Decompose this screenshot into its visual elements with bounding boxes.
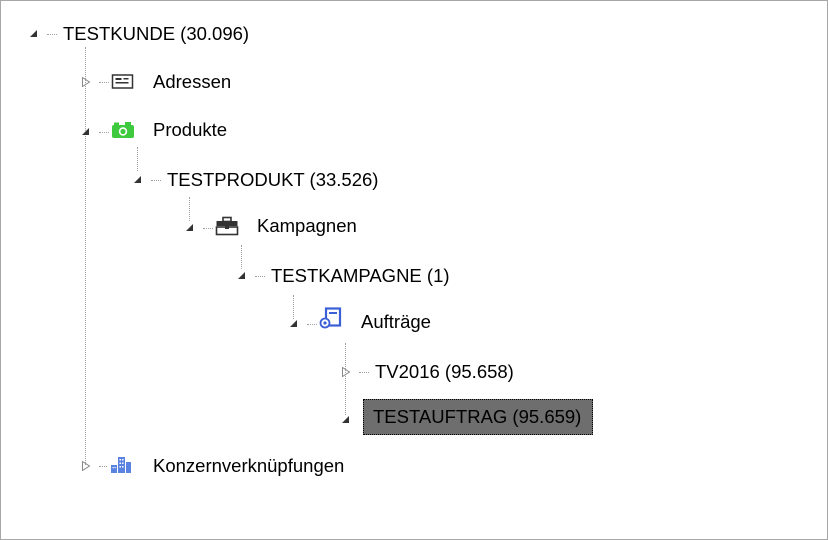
collapsed-arrow-icon[interactable] xyxy=(341,367,351,377)
briefcase-icon xyxy=(215,216,239,236)
collapsed-arrow-icon[interactable] xyxy=(81,77,91,87)
tree-node-label: Adressen xyxy=(153,71,232,92)
tree-node-label: TESTKAMPAGNE (1) xyxy=(271,265,450,286)
tree-line xyxy=(85,47,86,465)
expanded-arrow-icon[interactable] xyxy=(29,29,39,39)
camera-icon xyxy=(112,122,134,138)
tree-node-testauftrag[interactable]: TESTAUFTRAG (95.659) xyxy=(363,395,594,439)
expanded-arrow-icon[interactable] xyxy=(133,175,143,185)
tree-view[interactable]: TESTKUNDE (30.096) Adressen Produkte TES… xyxy=(0,0,828,540)
tree-connector xyxy=(359,372,369,373)
tree-connector xyxy=(47,34,57,35)
tree-connector xyxy=(99,82,109,83)
tree-line xyxy=(241,245,242,269)
tree-node-konzernverknuepfungen[interactable]: Konzernverknüpfungen xyxy=(153,453,344,479)
tree-node-label: TV2016 (95.658) xyxy=(375,361,514,382)
tree-connector xyxy=(203,228,213,229)
tree-node-label: TESTKUNDE (30.096) xyxy=(63,23,250,44)
tree-node-label: Produkte xyxy=(153,119,228,140)
tree-node-tv2016[interactable]: TV2016 (95.658) xyxy=(375,359,514,385)
tree-node-root[interactable]: TESTKUNDE (30.096) xyxy=(63,21,249,47)
tree-connector xyxy=(307,324,317,325)
tree-line xyxy=(345,343,346,415)
order-form-icon xyxy=(319,307,342,329)
tree-connector xyxy=(99,466,107,467)
tree-node-label: TESTPRODUKT (33.526) xyxy=(167,169,379,190)
tree-line xyxy=(137,147,138,171)
tree-connector xyxy=(99,132,109,133)
tree-node-produkte[interactable]: Produkte xyxy=(153,117,227,143)
expanded-arrow-icon[interactable] xyxy=(341,415,351,425)
tree-node-label-selected: TESTAUFTRAG (95.659) xyxy=(363,399,594,435)
tree-node-label: Kampagnen xyxy=(257,215,357,236)
tree-node-adressen[interactable]: Adressen xyxy=(153,69,231,95)
tree-node-label: Aufträge xyxy=(361,311,431,332)
buildings-icon xyxy=(111,457,131,473)
tree-node-auftraege[interactable]: Aufträge xyxy=(361,309,431,335)
collapsed-arrow-icon[interactable] xyxy=(81,461,91,471)
tree-line xyxy=(189,197,190,221)
tree-node-kampagnen[interactable]: Kampagnen xyxy=(257,213,357,239)
tree-connector xyxy=(151,180,161,181)
tree-node-testkampagne[interactable]: TESTKAMPAGNE (1) xyxy=(271,263,450,289)
expanded-arrow-icon[interactable] xyxy=(237,271,247,281)
expanded-arrow-icon[interactable] xyxy=(289,319,299,329)
tree-node-label: Konzernverknüpfungen xyxy=(153,455,345,476)
tree-node-testprodukt[interactable]: TESTPRODUKT (33.526) xyxy=(167,167,378,193)
tree-line xyxy=(293,295,294,319)
expanded-arrow-icon[interactable] xyxy=(81,127,91,137)
expanded-arrow-icon[interactable] xyxy=(185,223,195,233)
tree-connector xyxy=(255,276,265,277)
address-card-icon xyxy=(111,74,134,89)
